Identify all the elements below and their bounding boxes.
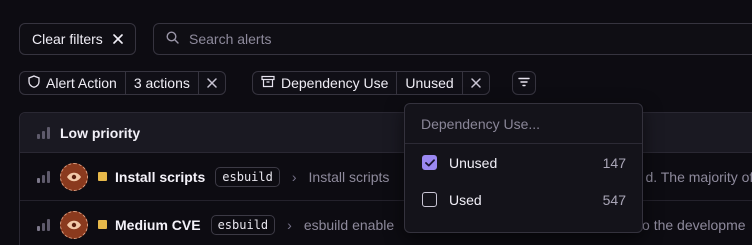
chevron-right-icon[interactable]: ›	[292, 169, 297, 185]
clear-filters-label: Clear filters	[32, 31, 103, 47]
option-count: 147	[602, 154, 626, 171]
dependency-use-dropdown: Unused 147 Used 547	[404, 103, 643, 233]
dependency-use-filter-chip[interactable]: Dependency Use Unused	[252, 71, 490, 95]
dependency-use-value-text: Unused	[405, 75, 454, 91]
clear-filters-button[interactable]: Clear filters	[19, 23, 136, 55]
search-icon	[166, 31, 179, 47]
shield-icon	[28, 75, 40, 91]
option-used[interactable]: Used 547	[405, 181, 642, 218]
dependency-use-label: Dependency Use	[281, 75, 389, 91]
severity-indicator	[98, 172, 107, 181]
alert-action-chip-label[interactable]: Alert Action	[20, 72, 126, 94]
chevron-right-icon[interactable]: ›	[287, 217, 292, 233]
alert-description-tail: to the developme	[638, 216, 746, 233]
search-alerts-field[interactable]	[153, 23, 752, 55]
alert-description: esbuild enable	[303, 216, 395, 233]
eye-icon	[60, 162, 88, 191]
option-count: 547	[602, 191, 626, 208]
dependency-use-value[interactable]: Unused	[397, 72, 463, 94]
search-alerts-input[interactable]	[189, 31, 689, 47]
alert-title[interactable]: Install scripts	[115, 169, 205, 185]
priority-icon	[37, 218, 50, 231]
remove-dependency-use-filter-button[interactable]	[463, 72, 489, 94]
alert-action-label: Alert Action	[46, 75, 117, 91]
option-label: Unused	[449, 154, 498, 171]
alert-action-value[interactable]: 3 actions	[126, 72, 199, 94]
severity-indicator	[98, 220, 107, 229]
priority-icon	[37, 170, 50, 183]
low-priority-icon	[37, 126, 50, 139]
checkbox-checked-icon[interactable]	[422, 155, 437, 170]
alert-action-filter-chip[interactable]: Alert Action 3 actions	[19, 71, 226, 95]
option-unused[interactable]: Unused 147	[405, 144, 642, 181]
close-icon	[470, 75, 481, 91]
remove-alert-action-filter-button[interactable]	[199, 72, 225, 94]
checkbox-unchecked-icon[interactable]	[422, 192, 437, 207]
option-label: Used	[449, 191, 482, 208]
package-badge[interactable]: esbuild	[210, 214, 276, 235]
package-badge[interactable]: esbuild	[215, 166, 280, 187]
dependency-use-search-input[interactable]	[421, 115, 621, 132]
package-icon	[261, 75, 275, 91]
alert-description: Install scripts	[308, 168, 390, 185]
group-label: Low priority	[60, 124, 141, 141]
alert-description-tail: d. The majority of	[645, 168, 752, 185]
add-filter-button[interactable]	[512, 71, 536, 95]
alert-title[interactable]: Medium CVE	[115, 217, 201, 233]
alert-action-value-text: 3 actions	[133, 75, 190, 91]
close-icon	[112, 31, 123, 47]
dropdown-search[interactable]	[405, 104, 642, 144]
dependency-use-chip-label[interactable]: Dependency Use	[253, 72, 398, 94]
eye-icon	[60, 210, 88, 239]
filter-icon	[518, 74, 530, 92]
close-icon	[207, 75, 217, 91]
